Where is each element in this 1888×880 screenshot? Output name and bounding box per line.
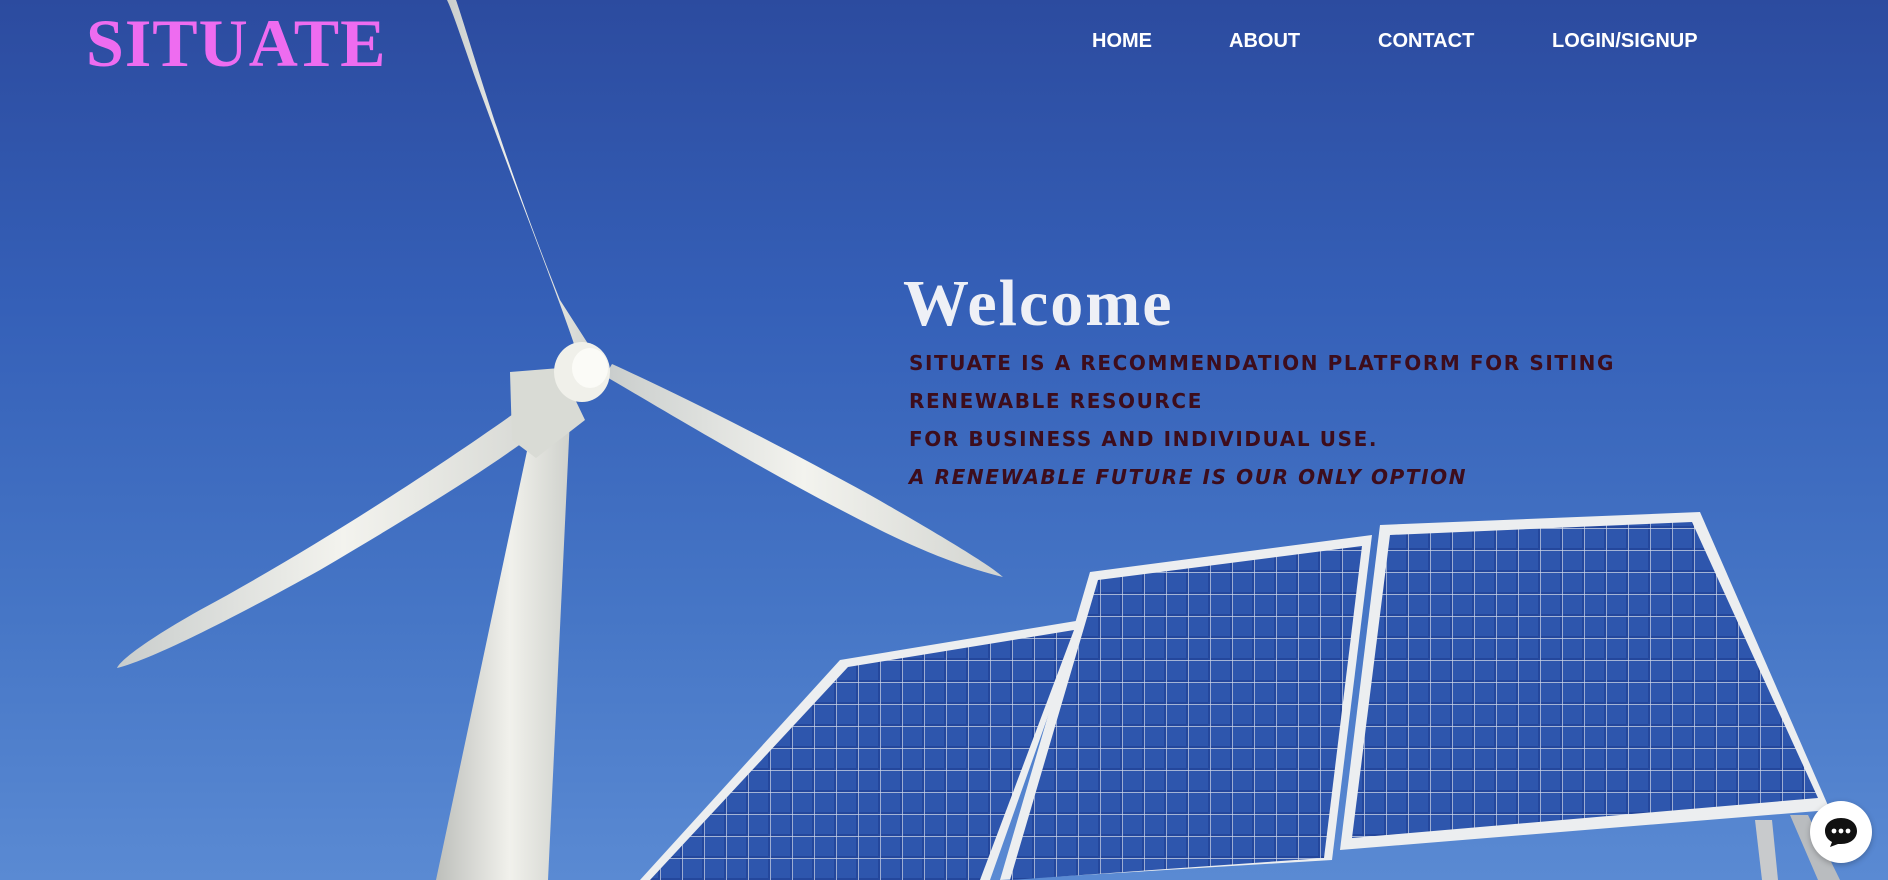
welcome-heading: Welcome [903,267,1174,340]
nav-login-signup[interactable]: LOGIN/SIGNUP [1552,28,1698,54]
solar-panels [640,512,1840,880]
nav-contact[interactable]: CONTACT [1378,28,1474,54]
main-nav: HOME ABOUT CONTACT LOGIN/SIGNUP [0,28,1888,58]
description-line-3: FOR BUSINESS AND INDIVIDUAL USE. [909,427,1379,451]
hero-description: SITUATE IS A RECOMMENDATION PLATFORM FOR… [909,348,1669,500]
hero-slogan: A RENEWABLE FUTURE IS OUR ONLY OPTION [909,465,1468,489]
chat-button[interactable] [1810,801,1872,863]
description-line-2: RENEWABLE RESOURCE [909,389,1203,413]
hero-section: SITUATE HOME ABOUT CONTACT LOGIN/SIGNUP … [0,0,1888,880]
chat-bubble-icon [1825,818,1857,847]
nav-home[interactable]: HOME [1092,28,1152,54]
description-line-1: SITUATE IS A RECOMMENDATION PLATFORM FOR… [909,351,1616,375]
nav-about[interactable]: ABOUT [1229,28,1300,54]
